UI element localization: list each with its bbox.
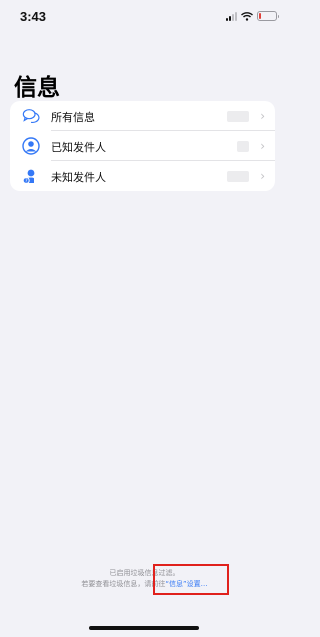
unread-count-badge (227, 111, 249, 122)
junk-filter-status: 已启用垃圾信息过滤。 (109, 569, 180, 577)
filter-list: 所有信息 › 已知发件人 › ? 未知发件人 › (10, 101, 275, 191)
battery-level (259, 13, 261, 19)
annotation-highlight-box (153, 564, 229, 595)
speech-bubbles-icon (22, 107, 40, 125)
cellular-signal-icon (226, 11, 237, 21)
home-indicator[interactable] (89, 626, 199, 630)
page-title: 信息 (14, 74, 60, 100)
person-circle-icon (22, 137, 40, 155)
person-question-icon: ? (22, 167, 40, 185)
junk-filter-note: 已启用垃圾信息过滤。 若要查看垃圾信息，请前往“信息”设置… (0, 568, 289, 590)
filter-unknown-senders[interactable]: ? 未知发件人 › (10, 161, 275, 191)
junk-filter-hint: 若要查看垃圾信息，请前往“信息”设置… (0, 579, 289, 590)
svg-text:?: ? (25, 178, 28, 184)
filter-all-messages[interactable]: 所有信息 › (10, 101, 275, 131)
chevron-right-icon: › (260, 109, 265, 123)
chevron-right-icon: › (260, 139, 265, 153)
battery-low-icon (257, 11, 279, 21)
unread-count-badge (237, 141, 249, 152)
status-icons (226, 11, 279, 21)
filter-label: 未知发件人 (51, 171, 106, 184)
chevron-right-icon: › (260, 169, 265, 183)
filter-known-senders[interactable]: 已知发件人 › (10, 131, 275, 161)
filter-label: 所有信息 (51, 111, 95, 124)
unread-count-badge (227, 171, 249, 182)
filter-label: 已知发件人 (51, 141, 106, 154)
status-time: 3:43 (20, 9, 47, 24)
wifi-icon (241, 11, 253, 21)
status-bar: 3:43 (0, 0, 289, 36)
